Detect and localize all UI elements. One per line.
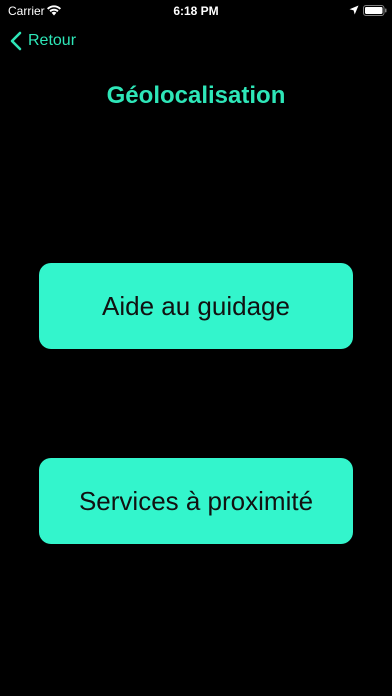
chevron-left-icon	[10, 31, 22, 51]
guidance-assist-button[interactable]: Aide au guidage	[39, 263, 353, 349]
guidance-assist-label: Aide au guidage	[102, 290, 290, 321]
battery-icon	[363, 5, 387, 16]
nearby-services-button[interactable]: Services à proximité	[39, 458, 353, 544]
location-icon	[349, 5, 359, 15]
status-bar: Carrier 6:18 PM	[0, 0, 392, 22]
back-button[interactable]: Retour	[10, 28, 76, 54]
page-title: Géolocalisation	[106, 82, 286, 109]
status-time: 6:18 PM	[173, 4, 219, 18]
back-label: Retour	[28, 32, 77, 49]
nearby-services-label: Services à proximité	[78, 485, 314, 516]
